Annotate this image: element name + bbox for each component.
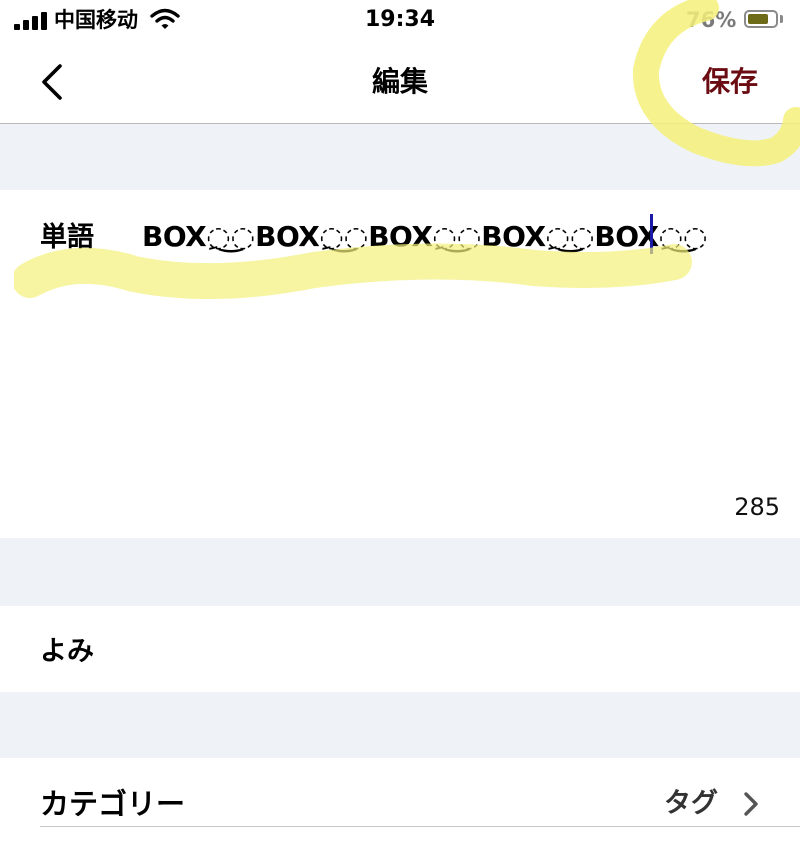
section-gap (0, 124, 800, 190)
category-value: タグ (664, 788, 718, 819)
character-count: 285 (734, 493, 780, 521)
battery-percent: 76% (686, 8, 737, 32)
status-bar: 中国移动 19:34 76% (0, 0, 800, 40)
reading-cell[interactable] (0, 606, 800, 692)
chevron-right-icon (744, 792, 758, 816)
battery-level-fill (748, 14, 768, 24)
word-input[interactable]: BOX◌ِ◌͜BOX◌ِ◌͜BOX◌ِ◌͜BOX◌ِ◌͜BOX◌ِ◌͜ (142, 216, 708, 258)
status-time: 19:34 (364, 7, 436, 32)
battery-tip (780, 15, 783, 23)
reading-label: よみ (40, 636, 94, 667)
save-button[interactable]: 保存 (690, 60, 770, 104)
category-label: カテゴリー (40, 787, 186, 821)
battery-icon (744, 10, 778, 28)
section-gap (0, 692, 800, 758)
text-caret (650, 214, 653, 254)
section-gap (0, 538, 800, 606)
word-label: 単語 (40, 222, 94, 253)
page-title: 編集 (371, 65, 428, 98)
row-divider (40, 826, 800, 827)
